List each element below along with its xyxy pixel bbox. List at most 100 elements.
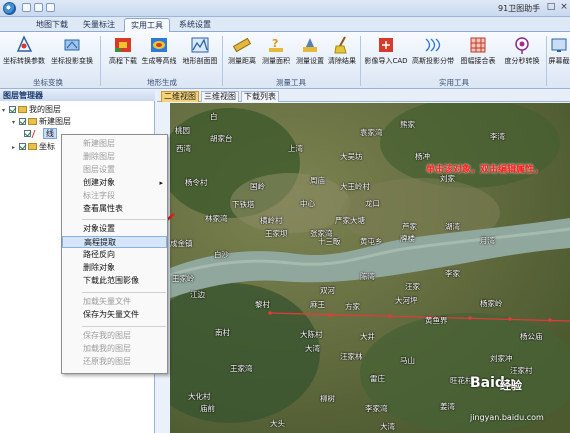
close-button[interactable]: × xyxy=(557,2,570,14)
tab-3d-view[interactable]: 三维视图 xyxy=(201,91,239,102)
group-separator xyxy=(546,36,547,86)
menu-item-create-object[interactable]: 创建对象 ▸ xyxy=(62,177,167,189)
quick-save-icon[interactable] xyxy=(22,3,31,12)
broom-icon xyxy=(334,36,347,54)
screenshot-button[interactable]: 屏幕截 xyxy=(548,35,570,66)
map-place-label: 黄屯乡 xyxy=(360,237,383,246)
map-place-label: 月湾 xyxy=(480,236,495,245)
coord-projection-button[interactable]: 坐标投影变换 xyxy=(50,35,94,66)
sheet-index-button[interactable]: 图幅接合表 xyxy=(458,35,498,66)
map-place-label: 芦家 xyxy=(402,222,417,231)
ribbon: 坐标转换参数 坐标投影变换 高程下载 生成等高线 地形剖面图 测量距离 ? 测量… xyxy=(0,32,570,89)
folder-icon xyxy=(28,143,37,150)
dem-icon xyxy=(115,38,131,52)
map-place-label: 下铁塔 xyxy=(232,200,255,209)
map-place-label: 周庙 xyxy=(310,176,325,185)
group-separator xyxy=(360,36,361,86)
layer-checkbox[interactable] xyxy=(24,130,31,137)
contour-label: 生成等高线 xyxy=(141,57,177,65)
collapse-icon[interactable]: ▾ xyxy=(12,117,19,128)
group-coord-transform: 坐标变换 xyxy=(33,78,63,87)
tab-utilities[interactable]: 实用工具 xyxy=(124,18,170,33)
collapse-icon[interactable]: ▾ xyxy=(2,105,9,116)
sheet-index-label: 图幅接合表 xyxy=(460,57,496,65)
map-place-label: 熊家 xyxy=(400,120,415,129)
coord-params-button[interactable]: 坐标转换参数 xyxy=(2,35,46,66)
contour-button[interactable]: 生成等高线 xyxy=(140,35,178,66)
dms-convert-button[interactable]: 度分秒转换 xyxy=(501,35,543,66)
ribbon-tab-row: 地图下载 矢量标注 实用工具 系统设置 xyxy=(0,17,570,33)
menu-item-label: 创建对象 xyxy=(83,178,115,187)
tab-2d-view[interactable]: 二维视图 xyxy=(161,91,199,102)
map-place-label: 大王岭村 xyxy=(340,182,370,191)
menu-item-save-my-layers[interactable]: 保存我的图层 xyxy=(62,330,167,342)
menu-item-elevation-extract[interactable]: 高程提取 xyxy=(62,236,167,248)
menu-item-attribute-table[interactable]: 查看属性表 xyxy=(62,203,167,215)
projection-icon xyxy=(64,39,80,51)
terrain-profile-button[interactable]: 地形剖面图 xyxy=(182,35,218,66)
menu-item-object-settings[interactable]: 对象设置 xyxy=(62,223,167,235)
tab-system-settings[interactable]: 系统设置 xyxy=(173,18,217,32)
map-place-label: 庙前 xyxy=(200,404,215,413)
measure-distance-button[interactable]: 测量距离 xyxy=(227,35,257,66)
menu-item-download-extent[interactable]: 下载此范围影像 xyxy=(62,275,167,287)
ruler-icon xyxy=(232,37,252,53)
menu-item-delete-object[interactable]: 删除对象 xyxy=(62,262,167,274)
map-place-label: 大湾 xyxy=(380,422,395,431)
layer-checkbox[interactable] xyxy=(19,143,26,150)
tree-item-coordinates[interactable]: ▸ 坐标 xyxy=(12,141,55,152)
map-place-label: 上湾 xyxy=(288,144,303,153)
cad-icon xyxy=(379,38,393,52)
map-place-label: 李家 xyxy=(445,269,460,278)
menu-item-load-vector[interactable]: 加载矢量文件 xyxy=(62,296,167,308)
map-place-label: 柳树 xyxy=(320,394,335,403)
map-place-label: 白 xyxy=(210,112,218,121)
gauss-icon xyxy=(425,38,441,52)
clear-results-button[interactable]: 清除结果 xyxy=(327,35,357,66)
folder-icon xyxy=(18,106,27,113)
measure-settings-button[interactable]: 测量设置 xyxy=(294,35,326,66)
menu-item-save-vector[interactable]: 保存为矢量文件 xyxy=(62,309,167,321)
menu-item-reverse-path[interactable]: 路径反向 xyxy=(62,249,167,261)
clear-results-label: 清除结果 xyxy=(328,57,356,65)
group-separator xyxy=(222,36,223,86)
menu-item-new-layer[interactable]: 新建图层 xyxy=(62,138,167,150)
measure-area-button[interactable]: ? 测量面积 xyxy=(260,35,292,66)
map-place-label: 大陈村 xyxy=(300,330,323,339)
app-logo-icon[interactable] xyxy=(3,2,16,15)
line-object-icon xyxy=(31,129,43,138)
map-place-label: 王家坝 xyxy=(265,229,288,238)
context-menu: 新建图层 删除图层 图层设置 创建对象 ▸ 标注字段 查看属性表 对象设置 高程提… xyxy=(61,134,168,374)
quick-undo-icon[interactable] xyxy=(34,3,43,12)
tab-vector-annotation[interactable]: 矢量标注 xyxy=(77,18,121,32)
map-place-label: 牌楼 xyxy=(400,234,415,243)
layer-checkbox[interactable] xyxy=(9,106,16,113)
watermark: Baidu 经验 jingyan.baidu.com xyxy=(470,375,565,425)
menu-item-restore-my-layers[interactable]: 还原我的图层 xyxy=(62,356,167,368)
menu-item-load-my-layers[interactable]: 加载我的图层 xyxy=(62,343,167,355)
minimize-button[interactable]: – xyxy=(530,2,544,14)
tab-download-list[interactable]: 下载列表 xyxy=(241,91,279,102)
menu-item-layer-settings[interactable]: 图层设置 xyxy=(62,164,167,176)
measure-distance-label: 测量距离 xyxy=(228,57,256,65)
map-place-label: 李家湾 xyxy=(365,404,388,413)
menu-item-delete-layer[interactable]: 删除图层 xyxy=(62,151,167,163)
maximize-button[interactable]: □ xyxy=(544,2,558,14)
tree-item-my-layers[interactable]: ▾ 我的图层 xyxy=(2,104,61,115)
expand-icon[interactable]: ▸ xyxy=(12,142,19,153)
group-measure-tools: 测量工具 xyxy=(276,78,306,87)
group-separator xyxy=(100,36,101,86)
tree-item-line[interactable]: 线 xyxy=(24,128,57,139)
tree-item-new-layer[interactable]: ▾ 新建图层 xyxy=(12,116,71,127)
layer-checkbox[interactable] xyxy=(19,118,26,125)
folder-icon xyxy=(28,118,37,125)
quick-redo-icon[interactable] xyxy=(46,3,55,12)
map-place-label: 大井 xyxy=(360,332,375,341)
menu-item-label-field[interactable]: 标注字段 xyxy=(62,190,167,202)
image-to-cad-button[interactable]: 影像导入CAD xyxy=(364,35,408,66)
dem-download-button[interactable]: 高程下载 xyxy=(107,35,139,66)
gauss-zone-button[interactable]: 高斯投影分带 xyxy=(410,35,456,66)
area-icon: ? xyxy=(269,37,283,52)
tab-map-download[interactable]: 地图下载 xyxy=(30,18,74,32)
map-place-label: 王家湾 xyxy=(230,364,253,373)
